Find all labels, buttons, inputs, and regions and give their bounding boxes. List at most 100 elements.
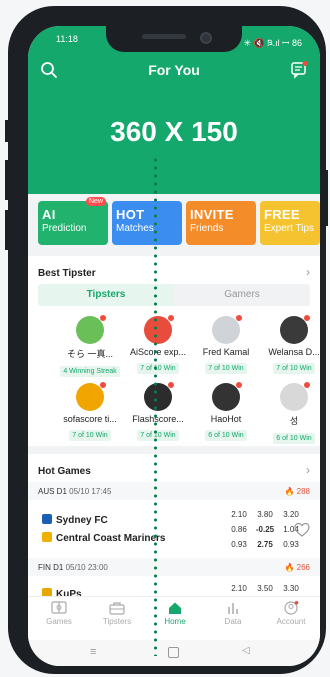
notch <box>106 26 242 52</box>
avatar <box>280 382 310 411</box>
tipster-name: Welansa D... <box>268 347 320 357</box>
avatar <box>76 315 106 344</box>
tipster-tabs: Tipsters Gamers <box>38 284 310 306</box>
section-title: Hot Games <box>38 466 91 477</box>
hot-matches-card[interactable]: HOT Matches <box>112 201 182 245</box>
nav-label: Tipsters <box>102 617 132 626</box>
hot-count: 🔥 288 <box>284 487 310 496</box>
tipster-item[interactable]: sofascore ti... 7 of 10 Win <box>56 382 124 442</box>
odds-value[interactable]: -0.25 <box>254 525 276 534</box>
tipster-name: HaoHot <box>210 414 242 424</box>
win-badge: 7 of 10 Win <box>273 363 315 374</box>
league-label: AUS D1 05/10 17:45 <box>38 487 112 496</box>
back-triangle-icon[interactable]: ◁ <box>242 645 250 656</box>
win-badge: 7 of 10 Win <box>205 363 247 374</box>
online-dot <box>168 315 174 321</box>
odds-value[interactable]: 3.20 <box>280 510 302 519</box>
tipster-item[interactable]: Flashscore... 7 of 10 Win <box>124 382 192 442</box>
odds-value[interactable]: 0.93 <box>228 540 250 549</box>
ai-prediction-card[interactable]: AI Prediction New <box>38 197 108 245</box>
avatar <box>144 382 174 411</box>
win-badge: 4 Winning Streak <box>60 366 120 377</box>
online-dot <box>304 382 310 388</box>
tipster-item[interactable]: AiScore exp... 7 of 10 Win <box>124 315 192 375</box>
tipster-name: Flashscore... <box>132 414 184 424</box>
odds-value[interactable]: 2.10 <box>228 584 250 593</box>
odds-value[interactable]: 0.93 <box>280 540 302 549</box>
nav-label: Games <box>46 617 72 626</box>
section-title: Best Tipster <box>38 268 96 279</box>
card-title: HOT <box>116 207 145 222</box>
avatar <box>76 382 106 411</box>
odds-value[interactable]: 0.86 <box>228 525 250 534</box>
team-crest-icon <box>42 532 52 542</box>
card-subtitle: Prediction <box>42 223 87 234</box>
account-icon <box>284 601 299 615</box>
tipster-item[interactable]: HaoHot 6 of 10 Win <box>192 382 260 442</box>
card-title: INVITE <box>190 207 234 222</box>
bar-chart-icon <box>228 603 238 614</box>
nav-label: Account <box>276 617 306 626</box>
tipster-name: AiScore exp... <box>129 347 187 357</box>
page-title: For You <box>148 62 200 78</box>
banner-placeholder[interactable]: 360 X 150 <box>28 116 320 148</box>
win-badge: 7 of 10 Win <box>137 430 179 441</box>
app-screen: 11:18 ✳ 🔇 ཋ.ıl ꟷ 86 For You 360 X 150 AI… <box>28 26 320 666</box>
home-icon <box>169 602 181 614</box>
card-title: AI <box>42 207 56 222</box>
message-icon[interactable] <box>290 61 310 81</box>
tipster-name: そら 一真... <box>66 349 113 359</box>
chevron-right-icon[interactable]: › <box>306 265 310 279</box>
bottom-nav: Games Tipsters Home Data Account <box>28 596 320 641</box>
status-icons: ✳ 🔇 ཋ.ıl ꟷ 86 <box>243 38 302 48</box>
avatar <box>212 382 242 411</box>
top-bar: For You <box>28 58 320 86</box>
card-subtitle: Expert Tips <box>264 223 315 234</box>
odds-value[interactable]: 2.10 <box>228 510 250 519</box>
avatar <box>212 315 242 344</box>
system-nav-bar: ≡ ◁ <box>28 640 320 666</box>
nav-label: Home <box>164 617 186 626</box>
win-badge: 6 of 10 Win <box>273 433 315 444</box>
win-badge: 6 of 10 Win <box>205 430 247 441</box>
home-team[interactable]: Sydney FC <box>42 514 108 526</box>
games-icon <box>51 601 67 614</box>
tipster-item[interactable]: Fred Kamal 7 of 10 Win <box>192 315 260 375</box>
odds-value[interactable]: 3.50 <box>254 584 276 593</box>
nav-data[interactable]: Data <box>204 601 262 626</box>
odds-value[interactable]: 2.75 <box>254 540 276 549</box>
phone-frame: 11:18 ✳ 🔇 ཋ.ıl ꟷ 86 For You 360 X 150 AI… <box>8 6 326 674</box>
feature-cards: AI Prediction New HOT Matches INVITE Fri… <box>38 197 320 247</box>
tipster-name: Fred Kamal <box>202 347 250 357</box>
free-expert-tips-card[interactable]: FREE Expert Tips <box>260 201 320 245</box>
nav-account[interactable]: Account <box>262 601 320 626</box>
odds-value[interactable]: 3.30 <box>280 584 302 593</box>
win-badge: 7 of 10 Win <box>137 363 179 374</box>
tipster-item[interactable]: そら 一真... 4 Winning Streak <box>56 315 124 378</box>
menu-icon[interactable]: ≡ <box>90 646 96 658</box>
nav-tipsters[interactable]: Tipsters <box>88 601 146 626</box>
invite-friends-card[interactable]: INVITE Friends <box>186 201 256 245</box>
status-time: 11:18 <box>56 34 78 44</box>
tipster-item[interactable]: 성 6 of 10 Win <box>260 382 320 445</box>
tipster-item[interactable]: Welansa D... 7 of 10 Win <box>260 315 320 375</box>
home-square-icon[interactable] <box>168 647 179 658</box>
away-team[interactable]: Central Coast Mariners <box>42 532 165 544</box>
tipster-name: 성 <box>289 416 299 426</box>
win-badge: 7 of 10 Win <box>69 430 111 441</box>
nav-games[interactable]: Games <box>30 601 88 626</box>
online-dot <box>304 315 310 321</box>
tab-gamers[interactable]: Gamers <box>174 284 310 306</box>
online-dot <box>236 315 242 321</box>
card-subtitle: Friends <box>190 223 224 234</box>
league-label: FIN D1 05/10 23:00 <box>38 563 108 572</box>
chevron-right-icon[interactable]: › <box>306 463 310 477</box>
hot-count: 🔥 266 <box>284 563 310 572</box>
avatar <box>280 315 310 344</box>
odds-value[interactable]: 3.80 <box>254 510 276 519</box>
favorite-heart-icon[interactable] <box>294 522 310 538</box>
card-title: FREE <box>264 207 300 222</box>
online-dot <box>100 382 106 388</box>
dotted-guide-line <box>154 156 157 656</box>
tipster-name: sofascore ti... <box>63 414 117 424</box>
